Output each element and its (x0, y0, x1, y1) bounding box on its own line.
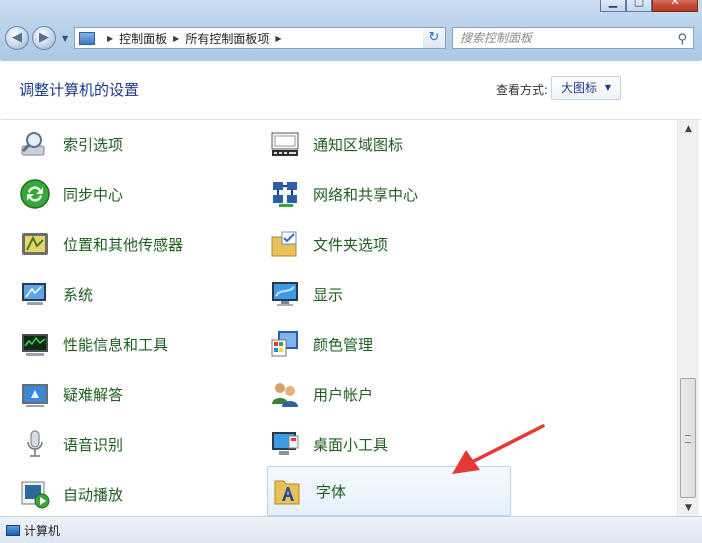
item-label: 用户帐户 (313, 385, 374, 404)
search-icon[interactable]: ⚲ (677, 30, 687, 50)
autoplay-icon (19, 478, 51, 510)
breadcrumb-separator[interactable]: ▶ (275, 34, 281, 43)
item-label: 网络和共享中心 (313, 185, 419, 204)
sync-center-icon (19, 178, 51, 210)
user-accounts-icon (269, 378, 301, 410)
item-label: 位置和其他传感器 (63, 235, 184, 254)
item-label: 索引选项 (63, 135, 124, 154)
list-item[interactable]: 位置和其他传感器 (19, 220, 249, 268)
item-label: 文件夹选项 (313, 235, 389, 254)
item-label: 字体 (316, 482, 347, 501)
view-by-label: 查看方式: (496, 83, 549, 97)
grip-icon (685, 435, 691, 443)
page-title: 调整计算机的设置 (19, 81, 140, 99)
list-item[interactable]: 网络和共享中心 (269, 170, 511, 218)
scroll-down-button[interactable]: ▼ (678, 499, 699, 517)
scroll-up-button[interactable]: ▲ (678, 120, 699, 138)
list-item[interactable]: 颜色管理 (269, 320, 511, 368)
list-item[interactable]: 文件夹选项 (269, 220, 511, 268)
chevron-down-icon: ▼ (604, 83, 611, 92)
breadcrumb-separator[interactable]: ▶ (173, 34, 179, 43)
status-bar: 计算机 (0, 516, 702, 543)
list-item[interactable]: 索引选项 (19, 120, 249, 168)
back-button[interactable]: ◀ (5, 26, 29, 50)
network-icon (269, 178, 301, 210)
item-label: 性能信息和工具 (63, 335, 169, 354)
view-by-value: 大图标 (561, 81, 598, 95)
minimize-button[interactable]: ▁ (600, 0, 626, 12)
breadcrumb-control-panel[interactable]: 控制面板 (119, 30, 167, 47)
fonts-folder-icon (272, 475, 304, 507)
arrow-left-icon: ◀ (12, 30, 22, 45)
item-label: 显示 (313, 285, 344, 304)
desktop-gadgets-icon (269, 428, 301, 460)
list-item[interactable]: 性能信息和工具 (19, 320, 249, 368)
maximize-button[interactable]: □ (626, 0, 652, 12)
vertical-scrollbar[interactable]: ▲ ▼ (677, 120, 699, 517)
system-icon (19, 278, 51, 310)
arrow-right-icon: ▶ (39, 30, 49, 45)
close-button[interactable]: ✕ (652, 0, 698, 12)
display-icon (269, 278, 301, 310)
window-controls: ▁ □ ✕ (600, 0, 698, 14)
list-item[interactable]: 自动播放 (19, 470, 249, 517)
folder-options-icon (269, 228, 301, 260)
list-item[interactable]: 语音识别 (19, 420, 249, 468)
index-search-icon (19, 128, 51, 160)
content-pane: 调整计算机的设置 查看方式: 大图标 ▼ 索引选项 同步中心 位置和其他传感器 (1, 60, 701, 517)
color-management-icon (269, 328, 301, 360)
view-by-dropdown[interactable]: 大图标 ▼ (551, 76, 621, 100)
list-item[interactable]: 用户帐户 (269, 370, 511, 418)
refresh-icon: ↻ (428, 30, 440, 45)
address-bar[interactable]: ▶ 控制面板 ▶ 所有控制面板项 ▶ ▼ (74, 27, 446, 49)
location-sensor-icon (19, 228, 51, 260)
item-label: 同步中心 (63, 185, 124, 204)
item-label: 疑难解答 (63, 385, 124, 404)
item-label: 颜色管理 (313, 335, 374, 354)
list-item[interactable]: 桌面小工具 (269, 420, 511, 468)
control-panel-icon (79, 31, 95, 45)
search-placeholder: 搜索控制面板 (460, 31, 533, 45)
item-label: 通知区域图标 (313, 135, 404, 154)
list-item[interactable]: 显示 (269, 270, 511, 318)
recent-pages-dropdown[interactable]: ▼ (62, 34, 68, 43)
list-item[interactable]: 疑难解答 (19, 370, 249, 418)
item-label: 语音识别 (63, 435, 124, 454)
list-item[interactable]: 同步中心 (19, 170, 249, 218)
refresh-button[interactable]: ↻ (423, 27, 446, 49)
status-text: 计算机 (24, 523, 61, 538)
window-titlebar: ▁ □ ✕ ◀ ▶ ▼ ▶ 控制面板 ▶ 所有控制面板项 ▶ ▼ ↻ 搜索控制面… (0, 0, 702, 60)
list-item[interactable]: 系统 (19, 270, 249, 318)
breadcrumb-separator[interactable]: ▶ (107, 34, 113, 43)
notification-area-icon (269, 128, 301, 160)
item-label: 系统 (63, 285, 94, 304)
control-panel-items: 索引选项 同步中心 位置和其他传感器 系统 性能信息和工具 疑难解答 语音识别 … (1, 120, 677, 517)
microphone-icon (19, 428, 51, 460)
forward-button[interactable]: ▶ (32, 26, 56, 50)
performance-icon (19, 328, 51, 360)
scroll-thumb[interactable] (680, 378, 696, 498)
computer-icon (6, 524, 20, 536)
breadcrumb-all-items[interactable]: 所有控制面板项 (185, 30, 269, 47)
troubleshoot-icon (19, 378, 51, 410)
item-label: 自动播放 (63, 485, 124, 504)
item-label: 桌面小工具 (313, 435, 389, 454)
list-item[interactable]: 通知区域图标 (269, 120, 511, 168)
list-item-selected[interactable]: 字体 (267, 466, 511, 516)
search-input[interactable]: 搜索控制面板 ⚲ (452, 27, 694, 49)
